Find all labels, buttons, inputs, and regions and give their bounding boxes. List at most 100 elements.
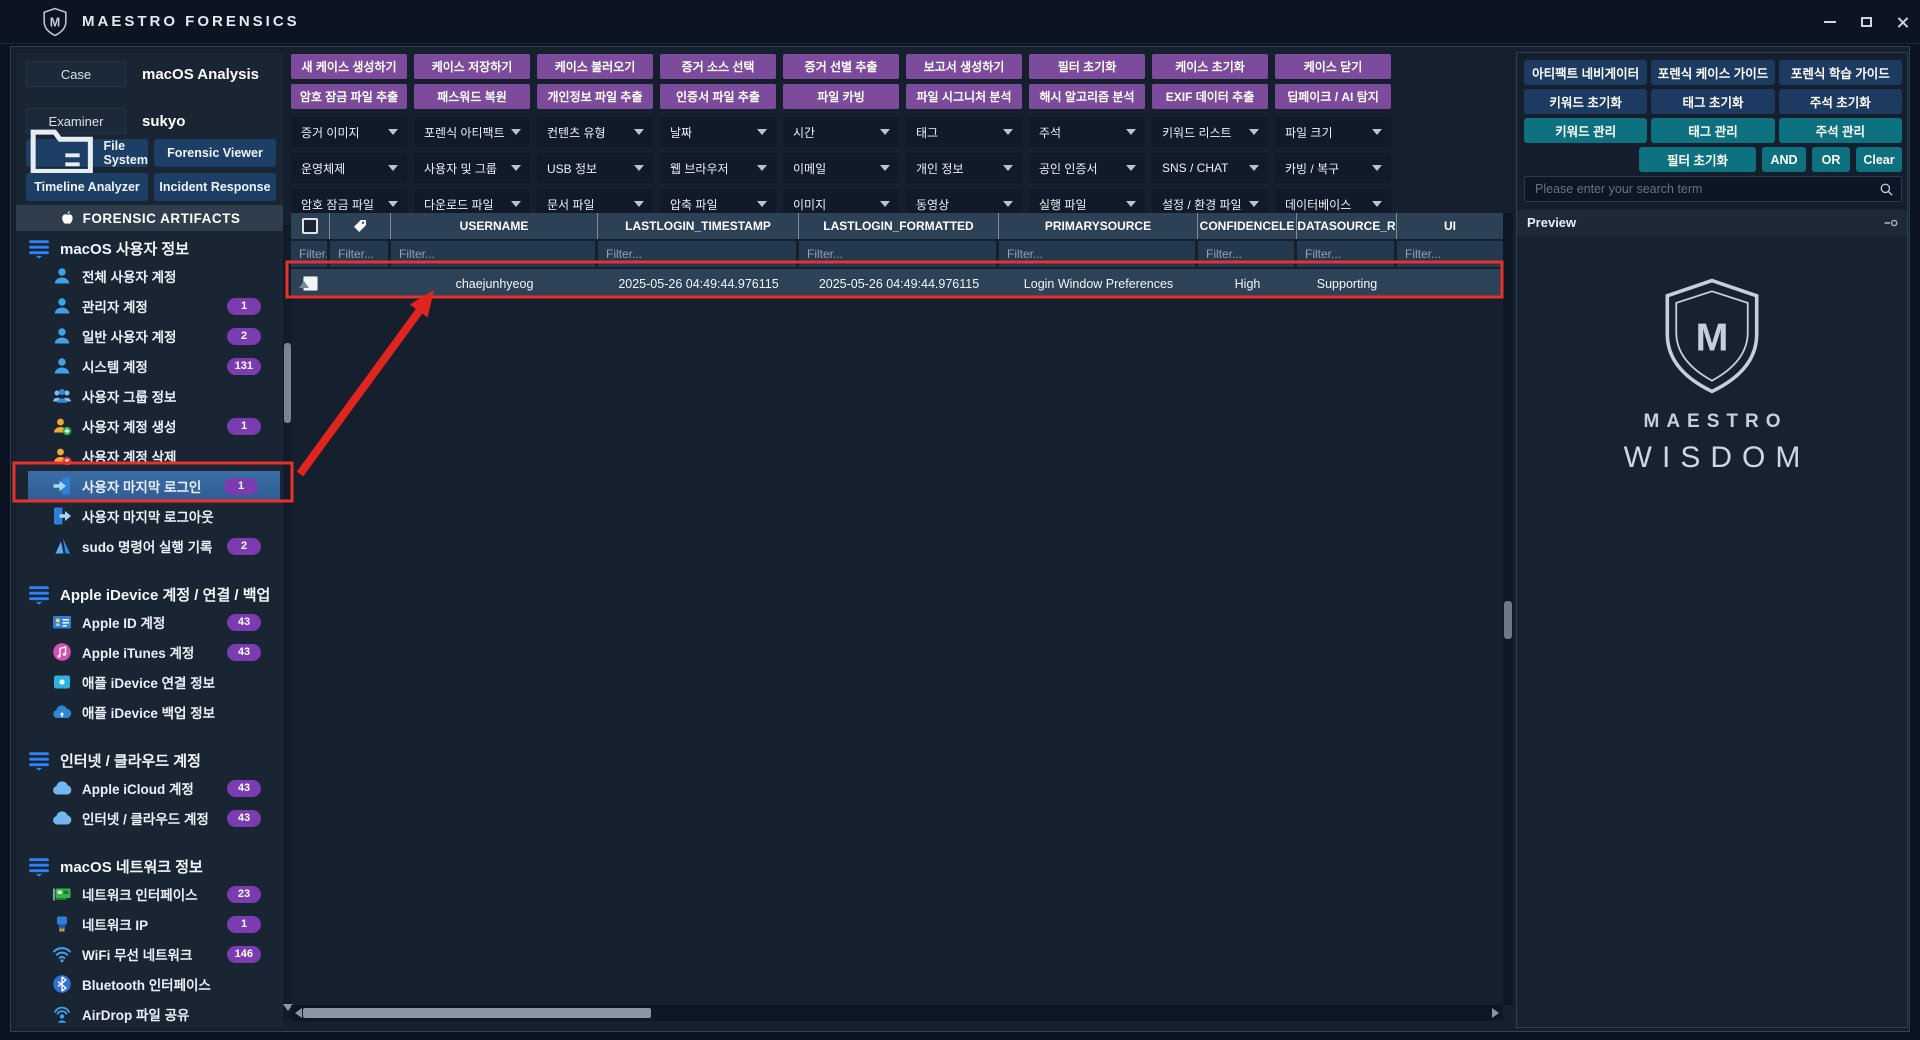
toolbar-button[interactable]: EXIF 데이터 추출 bbox=[1152, 84, 1268, 109]
toolbar-button[interactable]: 개인정보 파일 추출 bbox=[537, 84, 653, 109]
vertical-scrollbar[interactable] bbox=[1503, 213, 1513, 1005]
column-header-lastlogin_formatted[interactable]: LASTLOGIN_FORMATTED bbox=[799, 213, 999, 239]
toolbar-button[interactable]: 케이스 저장하기 bbox=[414, 54, 530, 79]
toolbar-button[interactable]: 케이스 초기화 bbox=[1152, 54, 1268, 79]
tree-item[interactable]: Apple iTunes 계정43 bbox=[28, 637, 283, 667]
sidebar-scrollbar-thumb[interactable] bbox=[284, 343, 291, 423]
tree-item[interactable]: 사용자 마지막 로그아웃 bbox=[28, 501, 283, 531]
select-all-checkbox[interactable] bbox=[302, 218, 318, 234]
panel-button[interactable]: 포렌식 케이스 가이드 bbox=[1651, 60, 1774, 85]
and-button[interactable]: AND bbox=[1762, 147, 1806, 172]
tree-item[interactable]: 사용자 계정 생성1 bbox=[28, 411, 283, 441]
tree-item[interactable]: 네트워크 IP1 bbox=[28, 909, 283, 939]
tree-section-header[interactable]: Apple iDevice 계정 / 연결 / 백업 bbox=[16, 581, 283, 607]
preview-options-icon[interactable] bbox=[1883, 215, 1899, 231]
toolbar-button[interactable]: 증거 소스 선택 bbox=[660, 54, 776, 79]
panel-button[interactable]: 주석 초기화 bbox=[1779, 89, 1902, 114]
horizontal-scrollbar-thumb[interactable] bbox=[303, 1008, 651, 1018]
column-filter-input[interactable]: Filter... bbox=[1397, 241, 1503, 267]
close-button[interactable] bbox=[1884, 0, 1920, 44]
column-filter-input[interactable]: Filter... bbox=[598, 241, 799, 267]
filter-dropdown[interactable]: 개인 정보 bbox=[906, 153, 1022, 183]
tree-item[interactable]: 관리자 계정1 bbox=[28, 291, 283, 321]
table-row[interactable]: chaejunhyeog2025-05-26 04:49:44.97611520… bbox=[291, 269, 1503, 298]
nav-button-file-system[interactable]: File System bbox=[26, 139, 148, 167]
toolbar-button[interactable]: 새 케이스 생성하기 bbox=[291, 54, 407, 79]
tree-item[interactable]: Apple iCloud 계정43 bbox=[28, 773, 283, 803]
filter-dropdown[interactable]: 공인 인증서 bbox=[1029, 153, 1145, 183]
filter-dropdown[interactable]: 컨텐츠 유형 bbox=[537, 117, 653, 147]
toolbar-button[interactable]: 암호 잠금 파일 추출 bbox=[291, 84, 407, 109]
filter-dropdown[interactable]: 운영체제 bbox=[291, 153, 407, 183]
toolbar-button[interactable]: 패스워드 복원 bbox=[414, 84, 530, 109]
tree-item[interactable]: Bluetooth 인터페이스 bbox=[28, 969, 283, 999]
toolbar-button[interactable]: 해시 알고리즘 분석 bbox=[1029, 84, 1145, 109]
clear-button[interactable]: Clear bbox=[1856, 147, 1902, 172]
column-header-primarysource[interactable]: PRIMARYSOURCE bbox=[999, 213, 1198, 239]
toolbar-button[interactable]: 증거 선별 추출 bbox=[783, 54, 899, 79]
column-filter-input[interactable]: Filter... bbox=[1198, 241, 1297, 267]
tree-item[interactable]: 사용자 계정 삭제 bbox=[28, 441, 283, 471]
table-scroll-up-icon[interactable] bbox=[299, 281, 309, 288]
minimize-button[interactable] bbox=[1812, 0, 1848, 44]
or-button[interactable]: OR bbox=[1812, 147, 1850, 172]
filter-dropdown[interactable]: USB 정보 bbox=[537, 153, 653, 183]
filter-dropdown[interactable]: 태그 bbox=[906, 117, 1022, 147]
filter-dropdown[interactable]: SNS / CHAT bbox=[1152, 153, 1268, 183]
toolbar-button[interactable]: 필터 초기화 bbox=[1029, 54, 1145, 79]
column-filter-input[interactable]: Filter... bbox=[799, 241, 999, 267]
scroll-left-icon[interactable] bbox=[295, 1008, 302, 1018]
row-select-cell[interactable] bbox=[291, 269, 330, 298]
filter-dropdown[interactable]: 증거 이미지 bbox=[291, 117, 407, 147]
column-header-username[interactable]: USERNAME bbox=[391, 213, 598, 239]
column-filter-input[interactable]: Filter... bbox=[999, 241, 1198, 267]
filter-dropdown[interactable]: 사용자 및 그룹 bbox=[414, 153, 530, 183]
tree-section-header[interactable]: 인터넷 / 클라우드 계정 bbox=[16, 747, 283, 773]
tree-item[interactable]: 전체 사용자 계정 bbox=[28, 261, 283, 291]
vertical-scrollbar-thumb[interactable] bbox=[1504, 601, 1512, 639]
filter-dropdown[interactable]: 카빙 / 복구 bbox=[1275, 153, 1391, 183]
panel-button[interactable]: 주석 관리 bbox=[1779, 118, 1902, 143]
filter-dropdown[interactable]: 웹 브라우저 bbox=[660, 153, 776, 183]
nav-button-timeline-analyzer[interactable]: Timeline Analyzer bbox=[26, 173, 148, 201]
toolbar-button[interactable]: 파일 시그니처 분석 bbox=[906, 84, 1022, 109]
search-icon[interactable] bbox=[1879, 182, 1894, 197]
panel-button[interactable]: 태그 관리 bbox=[1651, 118, 1774, 143]
tree-item[interactable]: 사용자 마지막 로그인1 bbox=[28, 471, 280, 501]
tree-item[interactable]: 애플 iDevice 연결 정보 bbox=[28, 667, 283, 697]
tree-item[interactable]: sudo 명령어 실행 기록2 bbox=[28, 531, 283, 561]
panel-button[interactable]: 키워드 관리 bbox=[1524, 118, 1647, 143]
horizontal-scrollbar[interactable] bbox=[291, 1005, 1503, 1021]
column-filter-input[interactable]: Filter... bbox=[1297, 241, 1397, 267]
tree-item[interactable]: 인터넷 / 클라우드 계정43 bbox=[28, 803, 283, 833]
toolbar-button[interactable]: 케이스 닫기 bbox=[1275, 54, 1391, 79]
filter-dropdown[interactable]: 주석 bbox=[1029, 117, 1145, 147]
column-header-ui[interactable]: UI bbox=[1397, 213, 1503, 239]
maximize-button[interactable] bbox=[1848, 0, 1884, 44]
panel-button[interactable]: 아티팩트 네비게이터 bbox=[1524, 60, 1647, 85]
panel-button[interactable]: 태그 초기화 bbox=[1651, 89, 1774, 114]
tree-item[interactable]: WiFi 무선 네트워크146 bbox=[28, 939, 283, 969]
toolbar-button[interactable]: 케이스 불러오기 bbox=[537, 54, 653, 79]
filter-dropdown[interactable]: 시간 bbox=[783, 117, 899, 147]
filter-dropdown[interactable]: 키워드 리스트 bbox=[1152, 117, 1268, 147]
tree-item[interactable]: 사용자 그룹 정보 bbox=[28, 381, 283, 411]
filter-dropdown[interactable]: 포렌식 아티팩트 bbox=[414, 117, 530, 147]
panel-button[interactable]: 키워드 초기화 bbox=[1524, 89, 1647, 114]
tree-section-header[interactable]: macOS 네트워크 정보 bbox=[16, 853, 283, 879]
filter-dropdown[interactable]: 날짜 bbox=[660, 117, 776, 147]
column-header-confidencele[interactable]: CONFIDENCELE bbox=[1198, 213, 1297, 239]
toolbar-button[interactable]: 인증서 파일 추출 bbox=[660, 84, 776, 109]
toolbar-button[interactable]: 보고서 생성하기 bbox=[906, 54, 1022, 79]
column-filter-input[interactable]: Filter... bbox=[330, 241, 391, 267]
tree-item[interactable]: 시스템 계정131 bbox=[28, 351, 283, 381]
column-header-lastlogin_timestamp[interactable]: LASTLOGIN_TIMESTAMP bbox=[598, 213, 799, 239]
tree-item[interactable]: 네트워크 인터페이스23 bbox=[28, 879, 283, 909]
filter-reset-button[interactable]: 필터 초기화 bbox=[1639, 147, 1756, 172]
panel-button[interactable]: 포렌식 학습 가이드 bbox=[1779, 60, 1902, 85]
column-filter-input[interactable]: Filter... bbox=[291, 241, 330, 267]
nav-button-incident-response[interactable]: Incident Response bbox=[154, 173, 276, 201]
nav-button-forensic-viewer[interactable]: Forensic Viewer bbox=[154, 139, 276, 167]
toolbar-button[interactable]: 딥페이크 / AI 탐지 bbox=[1275, 84, 1391, 109]
tree-item[interactable]: 애플 iDevice 백업 정보 bbox=[28, 697, 283, 727]
